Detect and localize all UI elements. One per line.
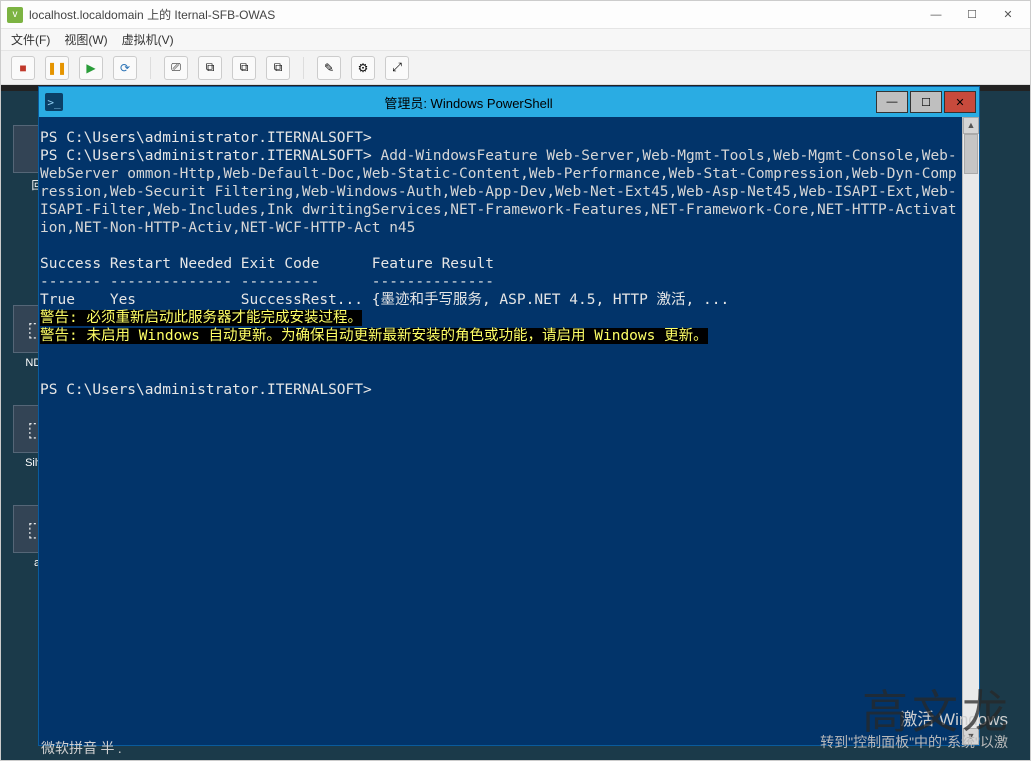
powershell-console[interactable]: PS C:\Users\administrator.ITERNALSOFT> P… <box>39 117 962 745</box>
close-button[interactable]: ✕ <box>990 4 1026 26</box>
scrollbar[interactable]: ▲ ▼ <box>962 117 979 745</box>
ps-maximize-button[interactable]: ☐ <box>910 91 942 113</box>
ps-minimize-button[interactable]: — <box>876 91 908 113</box>
tool-icon-f[interactable]: ⤢ <box>385 56 409 80</box>
tool-icon-e[interactable]: ⚙ <box>351 56 375 80</box>
toolbar-separator <box>150 57 151 79</box>
play-icon[interactable]: ▶ <box>79 56 103 80</box>
tool-icon-b[interactable]: ⧉ <box>232 56 256 80</box>
ime-indicator: 微软拼音 半 . <box>41 738 122 758</box>
minimize-button[interactable]: — <box>918 4 954 26</box>
powershell-title: 管理员: Windows PowerShell <box>63 93 874 112</box>
ps-line: PS C:\Users\administrator.ITERNALSOFT> <box>40 130 372 146</box>
app-icon: v <box>7 7 23 23</box>
maximize-button[interactable]: ☐ <box>954 4 990 26</box>
menu-file[interactable]: 文件(F) <box>11 31 50 48</box>
vmware-window: v localhost.localdomain 上的 Iternal-SFB-O… <box>0 0 1031 761</box>
tool-icon-a[interactable]: ⧉ <box>198 56 222 80</box>
toolbar-separator <box>303 57 304 79</box>
ps-close-button[interactable]: ✕ <box>944 91 976 113</box>
ps-warning: 警告: 未启用 Windows 自动更新。为确保自动更新最新安装的角色或功能，请… <box>40 328 708 344</box>
powershell-titlebar[interactable]: >_ 管理员: Windows PowerShell — ☐ ✕ <box>39 87 979 117</box>
tool-icon-d[interactable]: ✎ <box>317 56 341 80</box>
scroll-down-icon[interactable]: ▼ <box>963 728 979 745</box>
menu-vm[interactable]: 虚拟机(V) <box>122 31 174 48</box>
window-title: localhost.localdomain 上的 Iternal-SFB-OWA… <box>29 6 275 23</box>
ps-output-separator: ------- -------------- --------- -------… <box>40 274 494 290</box>
ps-output-header: Success Restart Needed Exit Code Feature… <box>40 256 494 272</box>
toolbar: ■ ❚❚ ▶ ⟳ ⎚ ⧉ ⧉ ⧉ ✎ ⚙ ⤢ <box>1 51 1030 85</box>
ps-line: PS C:\Users\administrator.ITERNALSOFT> <box>40 382 372 398</box>
guest-desktop: 回 ⬚ NDP ⬚ Silve ⬚ a >_ 管理员: Windows Powe… <box>1 85 1030 760</box>
tool-icon-c[interactable]: ⧉ <box>266 56 290 80</box>
ps-output-row: True Yes SuccessRest... {墨迹和手写服务, ASP.NE… <box>40 292 729 308</box>
ps-warning: 警告: 必须重新启动此服务器才能完成安装过程。 <box>40 310 362 326</box>
ps-line: PS C:\Users\administrator.ITERNALSOFT> <box>40 148 372 164</box>
powershell-icon: >_ <box>45 93 63 111</box>
menubar: 文件(F) 视图(W) 虚拟机(V) <box>1 29 1030 51</box>
snapshot-icon[interactable]: ⎚ <box>164 56 188 80</box>
outer-titlebar: v localhost.localdomain 上的 Iternal-SFB-O… <box>1 1 1030 29</box>
stop-icon[interactable]: ■ <box>11 56 35 80</box>
restart-icon[interactable]: ⟳ <box>113 56 137 80</box>
scroll-up-icon[interactable]: ▲ <box>963 117 979 134</box>
pause-icon[interactable]: ❚❚ <box>45 56 69 80</box>
menu-view[interactable]: 视图(W) <box>64 31 107 48</box>
powershell-window: >_ 管理员: Windows PowerShell — ☐ ✕ PS C:\U… <box>39 87 979 745</box>
scroll-thumb[interactable] <box>964 134 978 174</box>
